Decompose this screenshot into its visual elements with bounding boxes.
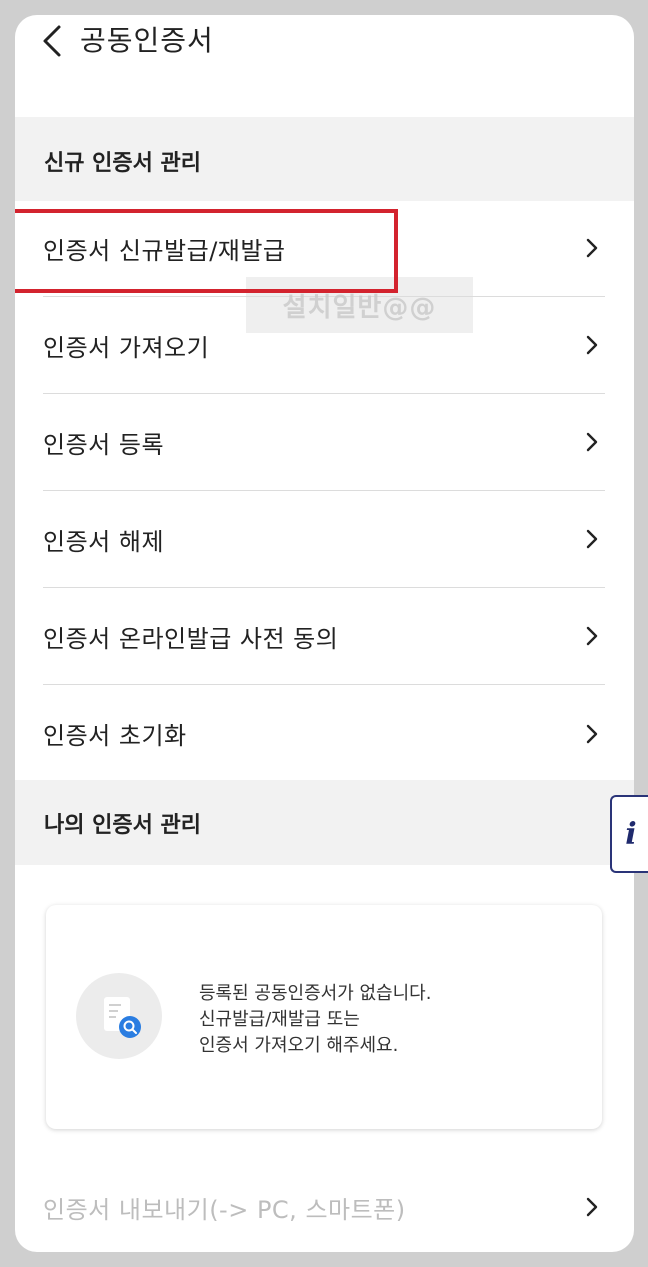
chevron-right-icon bbox=[586, 432, 598, 452]
menu-item-label: 인증서 초기화 bbox=[43, 722, 187, 750]
menu-item-online-consent[interactable]: 인증서 온라인발급 사전 동의 bbox=[43, 588, 605, 685]
app-header: 공동인증서 bbox=[15, 15, 634, 75]
chevron-right-icon bbox=[586, 529, 598, 549]
menu-item-release[interactable]: 인증서 해제 bbox=[43, 491, 605, 588]
screen-card: 공동인증서 신규 인증서 관리 인증서 신규발급/재발급 인증서 가져오기 인증… bbox=[15, 15, 634, 1252]
menu-item-label: 인증서 온라인발급 사전 동의 bbox=[43, 624, 339, 653]
menu-item-reset[interactable]: 인증서 초기화 bbox=[43, 685, 605, 782]
menu-item-label: 인증서 신규발급/재발급 bbox=[43, 236, 286, 265]
chevron-right-icon bbox=[586, 335, 598, 355]
menu-item-label: 인증서 해제 bbox=[43, 527, 165, 556]
empty-state-line: 인증서 가져오기 해주세요. bbox=[199, 1035, 399, 1056]
menu-item-register[interactable]: 인증서 등록 bbox=[43, 394, 605, 491]
section-title-my-cert: 나의 인증서 관리 bbox=[44, 813, 201, 838]
page-title: 공동인증서 bbox=[80, 24, 214, 57]
info-icon: i bbox=[625, 816, 637, 852]
empty-state-message: 등록된 공동인증서가 없습니다. 신규발급/재발급 또는 인증서 가져오기 해주… bbox=[199, 981, 431, 1059]
empty-state-line: 등록된 공동인증서가 없습니다. bbox=[199, 983, 432, 1004]
menu-item-export[interactable]: 인증서 내보내기(-> PC, 스마트폰) bbox=[43, 1159, 605, 1252]
menu-item-label: 인증서 가져오기 bbox=[43, 333, 210, 362]
section-header-my-cert: 나의 인증서 관리 bbox=[15, 780, 634, 865]
chevron-right-icon bbox=[586, 724, 598, 743]
section-header-new-cert: 신규 인증서 관리 bbox=[15, 117, 634, 201]
menu-item-label: 인증서 등록 bbox=[43, 430, 165, 459]
back-button[interactable] bbox=[37, 23, 67, 59]
menu-item-label: 인증서 내보내기(-> PC, 스마트폰) bbox=[43, 1195, 406, 1224]
chevron-right-icon bbox=[586, 1197, 598, 1217]
info-button[interactable]: i bbox=[610, 795, 648, 873]
document-search-icon bbox=[76, 973, 162, 1059]
watermark: 설치일반@@ bbox=[246, 277, 473, 333]
empty-state-line: 신규발급/재발급 또는 bbox=[199, 1009, 360, 1030]
empty-state-card: 등록된 공동인증서가 없습니다. 신규발급/재발급 또는 인증서 가져오기 해주… bbox=[46, 905, 602, 1129]
section-title-new-cert: 신규 인증서 관리 bbox=[44, 151, 201, 176]
chevron-right-icon bbox=[586, 238, 598, 258]
chevron-right-icon bbox=[586, 626, 598, 646]
chevron-left-icon bbox=[43, 25, 61, 57]
